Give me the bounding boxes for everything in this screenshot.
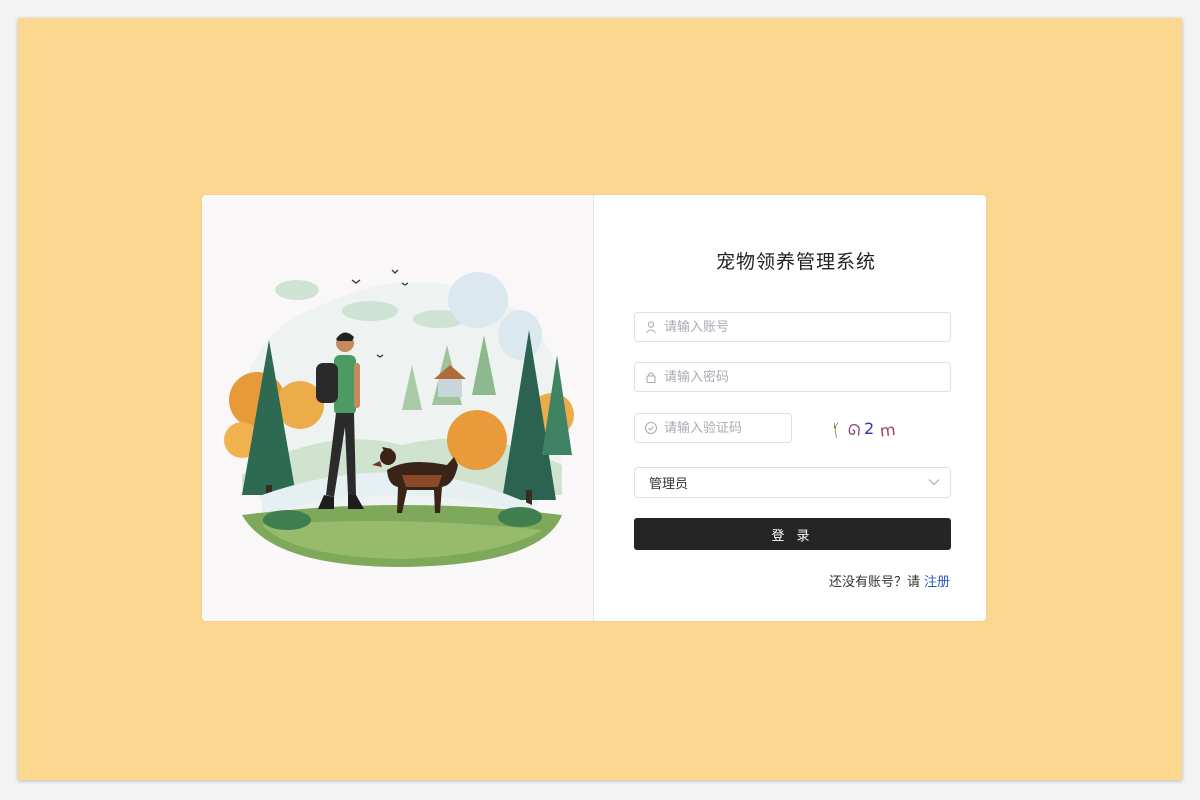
captcha-image[interactable]: ᚶ ᘏ 2 m bbox=[826, 414, 906, 444]
chevron-down-icon bbox=[928, 475, 940, 490]
register-prompt: 还没有账号？请 bbox=[828, 575, 920, 590]
register-row: 还没有账号？请 注册 bbox=[829, 571, 950, 590]
role-select[interactable]: 管理员 bbox=[634, 467, 951, 498]
illustration-panel bbox=[202, 195, 594, 621]
page-title: 宠物领养管理系统 bbox=[716, 251, 877, 273]
captcha-input[interactable] bbox=[664, 420, 789, 436]
captcha-field[interactable] bbox=[634, 413, 792, 443]
svg-text:ᚶ: ᚶ bbox=[831, 421, 844, 442]
password-input[interactable] bbox=[664, 369, 916, 385]
login-button[interactable]: 登 录 bbox=[634, 518, 951, 550]
page-background: 宠物领养管理系统 ᚶ ᘏ bbox=[18, 18, 1182, 780]
svg-text:2: 2 bbox=[864, 419, 874, 438]
hiking-dog-illustration bbox=[224, 269, 574, 567]
register-link[interactable]: 注册 bbox=[924, 575, 950, 590]
svg-text:ᘏ: ᘏ bbox=[847, 420, 861, 439]
user-icon bbox=[644, 320, 658, 334]
role-select-value: 管理员 bbox=[649, 477, 689, 492]
svg-text:m: m bbox=[879, 420, 896, 441]
login-form: 宠物领养管理系统 ᚶ ᘏ bbox=[594, 195, 986, 621]
check-circle-icon bbox=[644, 421, 658, 435]
password-field[interactable] bbox=[634, 362, 951, 392]
username-field[interactable] bbox=[634, 312, 951, 342]
login-card: 宠物领养管理系统 ᚶ ᘏ bbox=[202, 195, 986, 621]
username-input[interactable] bbox=[664, 319, 916, 335]
lock-icon bbox=[644, 370, 658, 384]
